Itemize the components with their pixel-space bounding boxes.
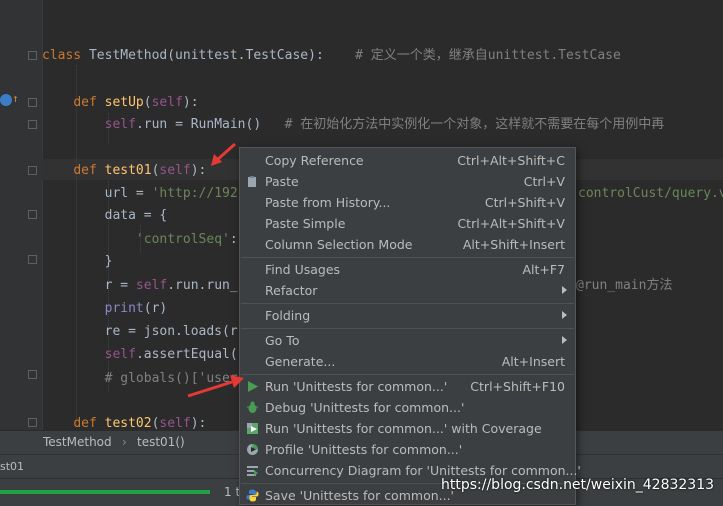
fold-marker-class[interactable] [28,51,37,60]
code-line: def setUp(self): [73,95,199,110]
fold-marker-setup-end[interactable] [28,120,37,129]
menu-item-paste-history[interactable]: Paste from History... Ctrl+Shift+V [240,192,575,213]
annotation-arrow-icon [211,142,236,166]
run-icon [248,381,258,392]
breadcrumb-method[interactable]: test01() [137,435,185,449]
code-line: controlCust/query.v [578,186,723,201]
debug-icon [247,401,258,413]
code-line: self.assertEqual( [104,347,238,362]
run-tab-label[interactable]: st01 [0,460,24,473]
menu-item-refactor[interactable]: Refactor [240,280,575,301]
submenu-arrow-icon [562,311,567,319]
breadcrumb-separator: › [122,435,127,449]
fold-marker-data[interactable] [28,210,37,219]
submenu-arrow-icon [562,286,567,294]
menu-item-paste-simple[interactable]: Paste Simple Ctrl+Alt+Shift+V [240,213,575,234]
status-text: 1 t [224,485,241,499]
fold-marker-data-end[interactable] [28,255,37,264]
code-line: url = 'http://192 [42,186,238,201]
menu-separator [241,303,574,304]
code-line: self.run = RunMain() # 在初始化方法中实例化一个对象，这样… [104,117,665,132]
editor-gutter: ↑ [0,0,43,430]
watermark: https://blog.csdn.net/weixin_42832313 [441,477,715,493]
fold-marker-test01[interactable] [28,166,37,175]
override-marker-icon[interactable] [0,94,12,106]
concurrency-icon [247,466,258,476]
editor-context-menu: Copy Reference Ctrl+Alt+Shift+C Paste Ct… [239,147,581,505]
code-line: print(r) [104,301,168,316]
menu-item-profile[interactable]: Profile 'Unittests for common...' [240,439,575,460]
code-line: 'controlSeq': [135,232,238,247]
menu-separator [241,328,574,329]
menu-item-paste[interactable]: Paste Ctrl+V [240,171,575,192]
menu-item-generate[interactable]: Generate... Alt+Insert [240,351,575,372]
test-progress-bar [0,490,210,494]
submenu-arrow-icon [562,336,567,344]
code-line: re = json.loads(r [42,324,238,339]
menu-item-folding[interactable]: Folding [240,305,575,326]
menu-item-run[interactable]: Run 'Unittests for common...' Ctrl+Shift… [240,376,575,397]
python-icon [246,489,259,502]
menu-separator [241,374,574,375]
breadcrumb-class[interactable]: TestMethod [43,435,112,449]
annotation-arrow-icon [187,375,244,398]
fold-marker-test02[interactable] [28,418,37,427]
code-line: } [42,254,113,269]
code-line: def test01(self): [73,163,207,178]
code-line: r = self.run.run_ [42,278,238,293]
fold-marker-test01-end[interactable] [28,370,37,379]
menu-item-coverage[interactable]: Run 'Unittests for common...' with Cover… [240,418,575,439]
code-line: @run_main方法 [576,278,673,293]
paste-icon [248,176,256,187]
menu-separator [241,257,574,258]
code-line: class TestMethod(unittest.TestCase): # 定… [42,48,621,63]
menu-item-go-to[interactable]: Go To [240,330,575,351]
code-line: data = { [42,208,168,223]
menu-item-find-usages[interactable]: Find Usages Alt+F7 [240,259,575,280]
fold-marker-setup[interactable] [28,98,37,107]
coverage-icon [247,423,258,434]
menu-item-copy-reference[interactable]: Copy Reference Ctrl+Alt+Shift+C [240,150,575,171]
up-arrow-icon: ↑ [12,92,19,105]
profile-icon [247,444,258,455]
menu-item-debug[interactable]: Debug 'Unittests for common...' [240,397,575,418]
menu-item-column-selection[interactable]: Column Selection Mode Alt+Shift+Insert [240,234,575,255]
